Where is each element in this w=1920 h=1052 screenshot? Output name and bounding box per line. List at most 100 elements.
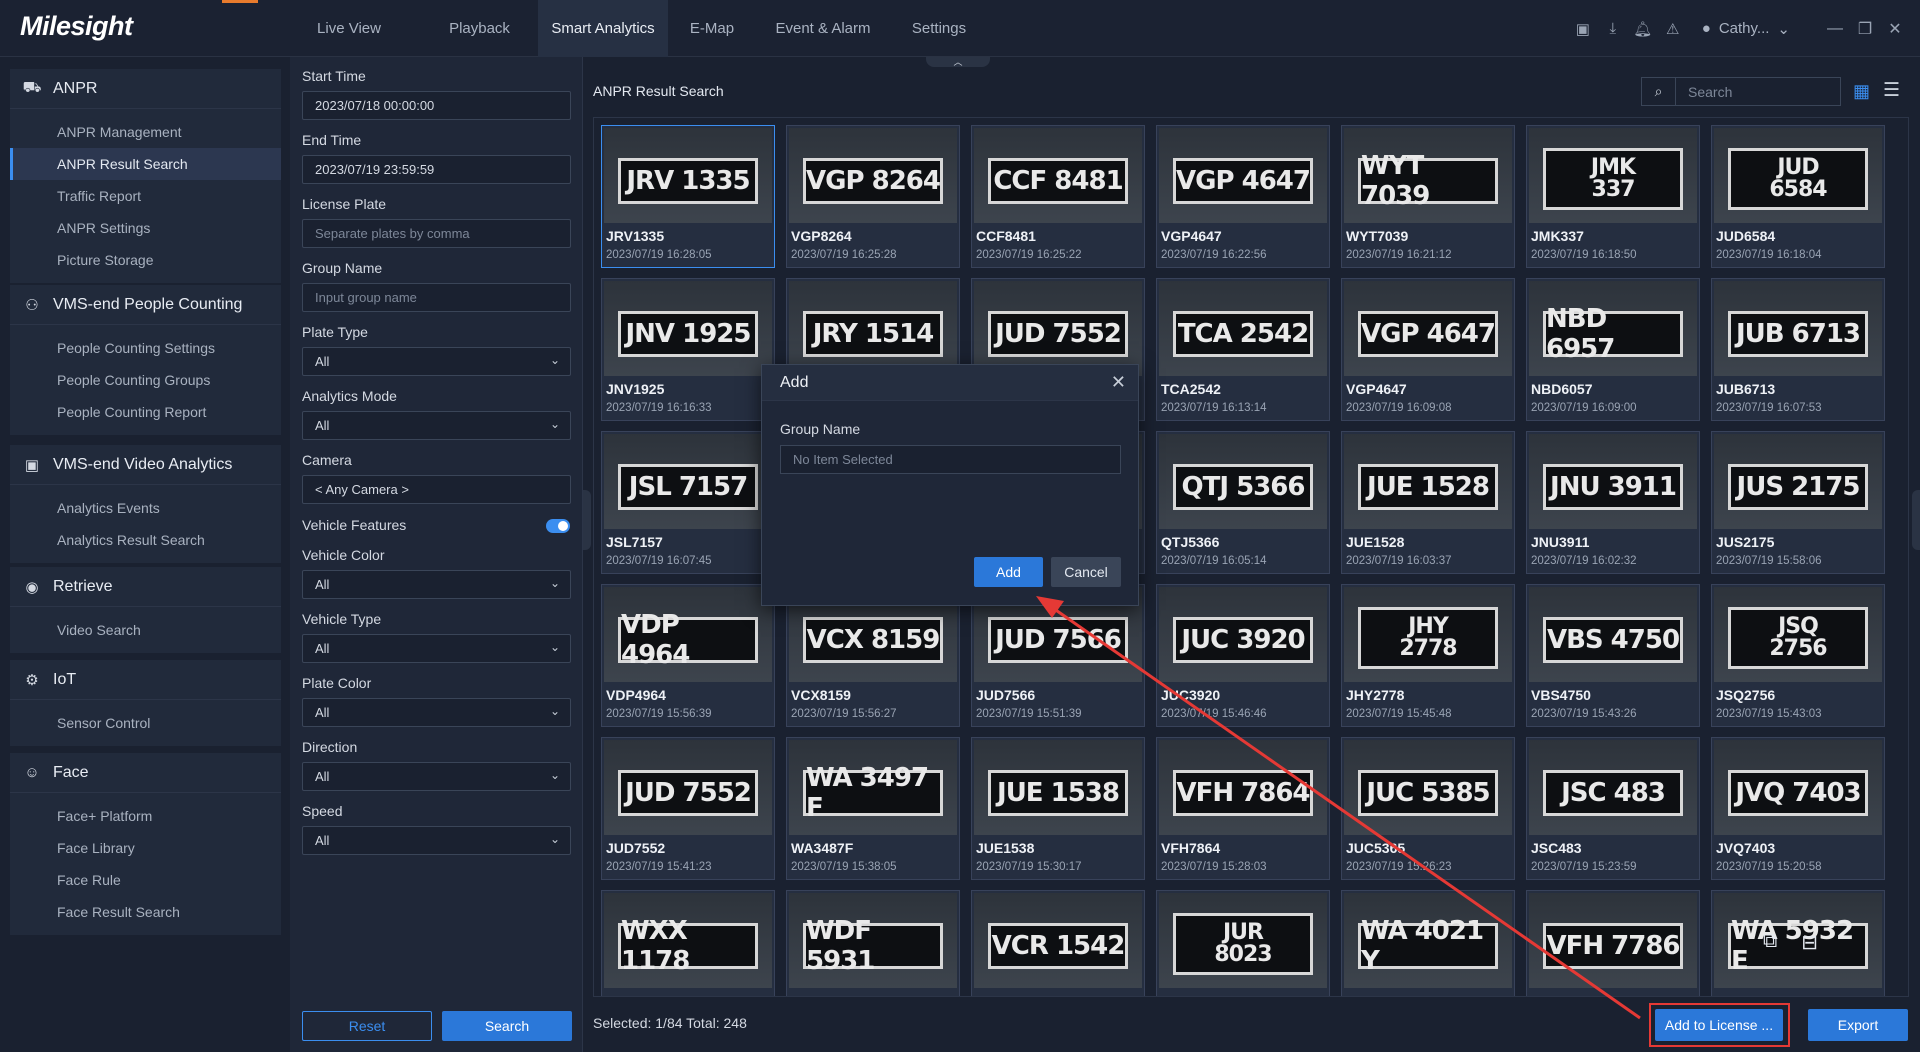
vehicle-type-select[interactable]: All ⌄ (302, 634, 571, 663)
sidebar-item-analytics-events[interactable]: Analytics Events (10, 492, 281, 524)
grid-view-icon[interactable]: ▦ (1853, 81, 1870, 102)
result-card[interactable]: VFH 7864 VFH7864 2023/07/19 15:28:03 (1156, 737, 1330, 880)
close-icon[interactable]: ✕ (1880, 19, 1910, 39)
result-card[interactable]: JUD 7552 JUD7552 2023/07/19 15:41:23 (601, 737, 775, 880)
result-card[interactable]: VBS 4750 VBS4750 2023/07/19 15:43:26 (1526, 584, 1700, 727)
result-card[interactable]: WA 3497 F WA3487F 2023/07/19 15:38:05 (786, 737, 960, 880)
sidebar-section-header[interactable]: ☺ Face (10, 753, 281, 793)
result-card[interactable]: JUR 8023 (1156, 890, 1330, 996)
license-plate-input[interactable]: Separate plates by comma (302, 219, 571, 248)
result-card[interactable]: NBD 6957 NBD6057 2023/07/19 16:09:00 (1526, 278, 1700, 421)
result-card[interactable]: JHY 2778 JHY2778 2023/07/19 15:45:48 (1341, 584, 1515, 727)
sidebar-item-anpr-result-search[interactable]: ANPR Result Search (10, 148, 281, 180)
sidebar-item-face-result-search[interactable]: Face Result Search (10, 896, 281, 928)
sidebar-item-face-platform[interactable]: Face+ Platform (10, 800, 281, 832)
result-card[interactable]: JUB 6713 JUB6713 2023/07/19 16:07:53 (1711, 278, 1885, 421)
result-card[interactable]: VFH 7786 (1526, 890, 1700, 996)
plate-color-select[interactable]: All ⌄ (302, 698, 571, 727)
result-card[interactable]: JUS 2175 JUS2175 2023/07/19 15:58:06 (1711, 431, 1885, 574)
result-card[interactable]: WXX 1178 (601, 890, 775, 996)
tab-event-alarm[interactable]: Event & Alarm (756, 0, 890, 57)
sidebar-item-people-counting-groups[interactable]: People Counting Groups (10, 364, 281, 396)
result-card[interactable]: JSC 483 JSC483 2023/07/19 15:23:59 (1526, 737, 1700, 880)
sidebar-item-face-library[interactable]: Face Library (10, 832, 281, 864)
tab-playback[interactable]: Playback (421, 0, 538, 57)
analytics-mode-select[interactable]: All ⌄ (302, 411, 571, 440)
alarm-icon[interactable]: ⚠︎ (1658, 0, 1688, 57)
result-card[interactable]: JSL 7157 JSL7157 2023/07/19 16:07:45 (601, 431, 775, 574)
download-icon[interactable]: ⤓ (1598, 0, 1628, 57)
plate-type-select[interactable]: All ⌄ (302, 347, 571, 376)
tab-settings[interactable]: Settings (890, 0, 988, 57)
collapse-right-handle[interactable] (1912, 490, 1920, 550)
result-card[interactable]: JNV 1925 JNV1925 2023/07/19 16:16:33 (601, 278, 775, 421)
sidebar-section-header[interactable]: ⚙ IoT (10, 660, 281, 700)
result-card[interactable]: JRV 1335 JRV1335 2023/07/19 16:28:05 (601, 125, 775, 268)
sidebar-item-anpr-settings[interactable]: ANPR Settings (10, 212, 281, 244)
tab-e-map[interactable]: E-Map (668, 0, 756, 57)
result-card[interactable]: VGP 4647 VGP4647 2023/07/19 16:09:08 (1341, 278, 1515, 421)
tab-live-view[interactable]: Live View (277, 0, 421, 57)
snapshot-icon[interactable]: ▣ (1568, 0, 1598, 57)
sidebar-item-sensor-control[interactable]: Sensor Control (10, 707, 281, 739)
result-card[interactable]: JUD 6584 JUD6584 2023/07/19 16:18:04 (1711, 125, 1885, 268)
end-time-field[interactable]: 2023/07/19 23:59:59 (302, 155, 571, 184)
group-name-input[interactable]: Input group name (302, 283, 571, 312)
sidebar-section-header[interactable]: ▣ VMS-end Video Analytics (10, 445, 281, 485)
result-card[interactable]: VGP 4647 VGP4647 2023/07/19 16:22:56 (1156, 125, 1330, 268)
sidebar-section-header[interactable]: ⛟ ANPR (10, 69, 281, 109)
minimize-icon[interactable]: — (1820, 20, 1850, 38)
result-card[interactable]: VDP 4964 VDP4964 2023/07/19 15:56:39 (601, 584, 775, 727)
detail-search-icon[interactable]: ⊟ (1801, 930, 1818, 955)
bell-icon[interactable]: 🔔︎ (1628, 0, 1658, 57)
result-card[interactable]: JUE 1538 JUE1538 2023/07/19 15:30:17 (971, 737, 1145, 880)
sidebar-section-header[interactable]: ⚇ VMS-end People Counting (10, 285, 281, 325)
dialog-group-select[interactable]: No Item Selected (780, 445, 1121, 474)
restore-icon[interactable]: ❐ (1850, 19, 1880, 39)
result-search-input[interactable]: Search (1676, 84, 1732, 100)
result-card[interactable]: TCA 2542 TCA2542 2023/07/19 16:13:14 (1156, 278, 1330, 421)
result-card[interactable]: WA 4021 Y (1341, 890, 1515, 996)
vehicle-features-toggle[interactable] (546, 519, 570, 533)
result-card[interactable]: VCR 1542 (971, 890, 1145, 996)
vehicle-color-select[interactable]: All ⌄ (302, 570, 571, 599)
export-button[interactable]: Export (1808, 1009, 1908, 1041)
image-search-icon[interactable]: ⧉ (1763, 930, 1777, 955)
direction-select[interactable]: All ⌄ (302, 762, 571, 791)
user-menu[interactable]: ● Cathy... ⌄ (1702, 20, 1790, 38)
result-card[interactable]: VGP 8264 VGP8264 2023/07/19 16:25:28 (786, 125, 960, 268)
camera-select[interactable]: < Any Camera > (302, 475, 571, 504)
list-view-icon[interactable]: ☰ (1883, 79, 1900, 102)
result-card[interactable]: QTJ 5366 QTJ5366 2023/07/19 16:05:14 (1156, 431, 1330, 574)
result-card[interactable]: JUC 3920 JUC3920 2023/07/19 15:46:46 (1156, 584, 1330, 727)
search-button[interactable]: Search (442, 1011, 572, 1041)
result-card[interactable]: JMK 337 JMK337 2023/07/19 16:18:50 (1526, 125, 1700, 268)
dialog-add-button[interactable]: Add (974, 557, 1043, 587)
result-card[interactable]: WDF 5931 (786, 890, 960, 996)
result-card[interactable]: JUE 1528 JUE1528 2023/07/19 16:03:37 (1341, 431, 1515, 574)
collapse-top-handle[interactable]: ︿ (926, 57, 990, 67)
sidebar-item-picture-storage[interactable]: Picture Storage (10, 244, 281, 276)
result-card[interactable]: JUC 5385 JUC5365 2023/07/19 15:26:23 (1341, 737, 1515, 880)
collapse-left-handle[interactable] (583, 490, 591, 550)
sidebar-item-face-rule[interactable]: Face Rule (10, 864, 281, 896)
reset-button[interactable]: Reset (302, 1011, 432, 1041)
result-card[interactable]: WYT 7039 WYT7039 2023/07/19 16:21:12 (1341, 125, 1515, 268)
result-card[interactable]: JSQ 2756 JSQ2756 2023/07/19 15:43:03 (1711, 584, 1885, 727)
sidebar-item-traffic-report[interactable]: Traffic Report (10, 180, 281, 212)
result-card[interactable]: CCF 8481 CCF8481 2023/07/19 16:25:22 (971, 125, 1145, 268)
dialog-cancel-button[interactable]: Cancel (1051, 557, 1121, 587)
result-search-box[interactable]: ⌕ Search (1641, 77, 1841, 106)
sidebar-item-analytics-result-search[interactable]: Analytics Result Search (10, 524, 281, 556)
sidebar-item-video-search[interactable]: Video Search (10, 614, 281, 646)
start-time-field[interactable]: 2023/07/18 00:00:00 (302, 91, 571, 120)
speed-select[interactable]: All ⌄ (302, 826, 571, 855)
result-card[interactable]: JVQ 7403 JVQ7403 2023/07/19 15:20:58 (1711, 737, 1885, 880)
result-card[interactable]: JNU 3911 JNU3911 2023/07/19 16:02:32 (1526, 431, 1700, 574)
sidebar-item-anpr-management[interactable]: ANPR Management (10, 116, 281, 148)
sidebar-section-header[interactable]: ◉ Retrieve (10, 567, 281, 607)
sidebar-item-people-counting-report[interactable]: People Counting Report (10, 396, 281, 428)
close-icon[interactable]: ✕ (1111, 372, 1126, 393)
tab-smart-analytics[interactable]: Smart Analytics (538, 0, 668, 57)
sidebar-item-people-counting-settings[interactable]: People Counting Settings (10, 332, 281, 364)
